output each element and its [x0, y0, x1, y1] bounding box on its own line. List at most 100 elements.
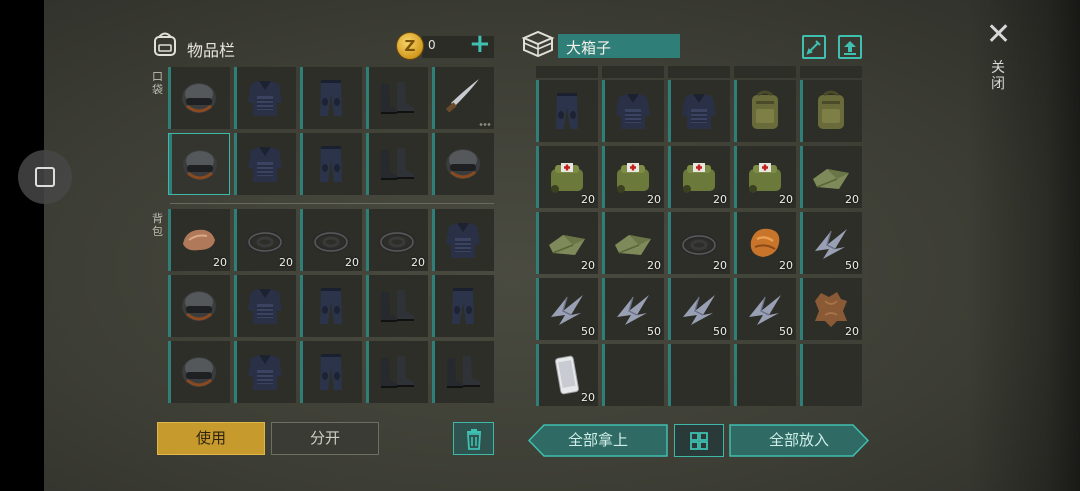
chest-slot[interactable]: 20 — [536, 212, 598, 274]
vest-icon — [242, 283, 288, 329]
item-quantity: 20 — [279, 256, 293, 269]
backpack-slot[interactable] — [234, 275, 296, 337]
chest-slot[interactable]: 50 — [668, 278, 730, 340]
close-label[interactable]: 关闭 — [991, 60, 1007, 92]
pocket-slot[interactable] — [168, 133, 230, 195]
pants-icon — [308, 141, 354, 187]
chest-slot[interactable]: 20 — [536, 344, 598, 406]
vest-icon — [242, 349, 288, 395]
backpack-slot[interactable]: 20 — [234, 209, 296, 271]
grid-icon — [690, 431, 708, 450]
section-divider — [170, 203, 494, 204]
backpack-slot[interactable] — [168, 275, 230, 337]
chest-slot[interactable] — [536, 80, 598, 142]
chest-slot[interactable] — [734, 80, 796, 142]
chest-slot[interactable]: 20 — [668, 146, 730, 208]
chest-slot[interactable] — [800, 344, 862, 406]
backpack-slot[interactable]: 20 — [366, 209, 428, 271]
item-quantity: 20 — [779, 259, 793, 272]
machete-icon — [440, 75, 486, 121]
square-icon — [35, 167, 55, 187]
item-quantity: 20 — [647, 193, 661, 206]
chest-slot-clipped — [602, 66, 664, 78]
rename-icon[interactable] — [802, 35, 826, 59]
chest-slot[interactable]: 20 — [800, 278, 862, 340]
chest-slot[interactable] — [734, 344, 796, 406]
pants-icon — [308, 283, 354, 329]
floating-window-button[interactable] — [18, 150, 72, 204]
pocket-slot[interactable] — [432, 133, 494, 195]
take-all-button[interactable]: 全部拿上 — [528, 424, 668, 457]
chest-slot[interactable] — [602, 344, 664, 406]
chest-slot[interactable]: 20 — [602, 146, 664, 208]
backpack-slot[interactable] — [366, 341, 428, 403]
item-quantity: 50 — [581, 325, 595, 338]
backpack-slot[interactable] — [300, 341, 362, 403]
chest-slot[interactable]: 20 — [800, 146, 862, 208]
chest-slot[interactable] — [800, 80, 862, 142]
item-quantity: 20 — [213, 256, 227, 269]
pocket-slot[interactable] — [234, 133, 296, 195]
vest-icon — [676, 88, 722, 134]
upload-icon[interactable] — [838, 35, 862, 59]
pants-icon — [308, 349, 354, 395]
pocket-label: 口袋 — [152, 70, 163, 96]
backpack-slot[interactable] — [300, 275, 362, 337]
chest-slot[interactable]: 20 — [536, 146, 598, 208]
vest-icon — [440, 217, 486, 263]
helmet-icon — [176, 349, 222, 395]
trash-button[interactable] — [453, 422, 494, 455]
vest-icon — [242, 141, 288, 187]
chest-slot[interactable] — [668, 344, 730, 406]
chest-name-field[interactable]: 大箱子 — [558, 34, 680, 58]
chest-slot[interactable]: 20 — [734, 146, 796, 208]
chest-slot[interactable] — [668, 80, 730, 142]
trash-icon — [466, 428, 481, 450]
helmet-icon — [176, 75, 222, 121]
pocket-slot[interactable] — [168, 67, 230, 129]
chest-slot[interactable] — [602, 80, 664, 142]
helmet-icon — [177, 142, 223, 188]
vest-icon — [242, 75, 288, 121]
backpack-slot[interactable] — [432, 209, 494, 271]
backpack-slot[interactable] — [432, 341, 494, 403]
backpack-header-icon — [154, 32, 176, 56]
backpack-slot[interactable] — [432, 275, 494, 337]
use-button[interactable]: 使用 — [157, 422, 265, 455]
pocket-slot[interactable] — [366, 133, 428, 195]
add-coins-button[interactable]: + — [469, 30, 491, 58]
item-quantity: 20 — [845, 325, 859, 338]
backpack-slot[interactable] — [234, 341, 296, 403]
chest-slot[interactable]: 50 — [734, 278, 796, 340]
sort-button[interactable] — [674, 424, 724, 457]
chest-slot[interactable]: 50 — [602, 278, 664, 340]
chest-slot[interactable]: 50 — [800, 212, 862, 274]
backpack-slot[interactable]: 20 — [300, 209, 362, 271]
pocket-slot[interactable] — [366, 67, 428, 129]
pocket-slot[interactable] — [300, 133, 362, 195]
right-shade — [968, 0, 1080, 491]
helmet-icon — [440, 141, 486, 187]
item-quantity: 50 — [845, 259, 859, 272]
close-icon[interactable]: ✕ — [986, 20, 1011, 50]
chest-slot-clipped — [734, 66, 796, 78]
put-all-button[interactable]: 全部放入 — [729, 424, 869, 457]
chest-slot[interactable]: 50 — [536, 278, 598, 340]
pocket-slot[interactable] — [432, 67, 494, 129]
item-quantity: 20 — [713, 259, 727, 272]
backpack-slot[interactable] — [366, 275, 428, 337]
chest-slot[interactable]: 20 — [602, 212, 664, 274]
item-quantity: 20 — [647, 259, 661, 272]
item-quantity: 20 — [581, 193, 595, 206]
chest-slot[interactable]: 20 — [668, 212, 730, 274]
pocket-slot[interactable] — [234, 67, 296, 129]
backpack-slot[interactable]: 20 — [168, 209, 230, 271]
pants-icon — [440, 283, 486, 329]
pocket-slot[interactable] — [300, 67, 362, 129]
item-quantity: 20 — [845, 193, 859, 206]
boots-icon — [440, 349, 486, 395]
backpack-slot[interactable] — [168, 341, 230, 403]
chest-slot[interactable]: 20 — [734, 212, 796, 274]
boots-icon — [374, 349, 420, 395]
split-button[interactable]: 分开 — [271, 422, 379, 455]
